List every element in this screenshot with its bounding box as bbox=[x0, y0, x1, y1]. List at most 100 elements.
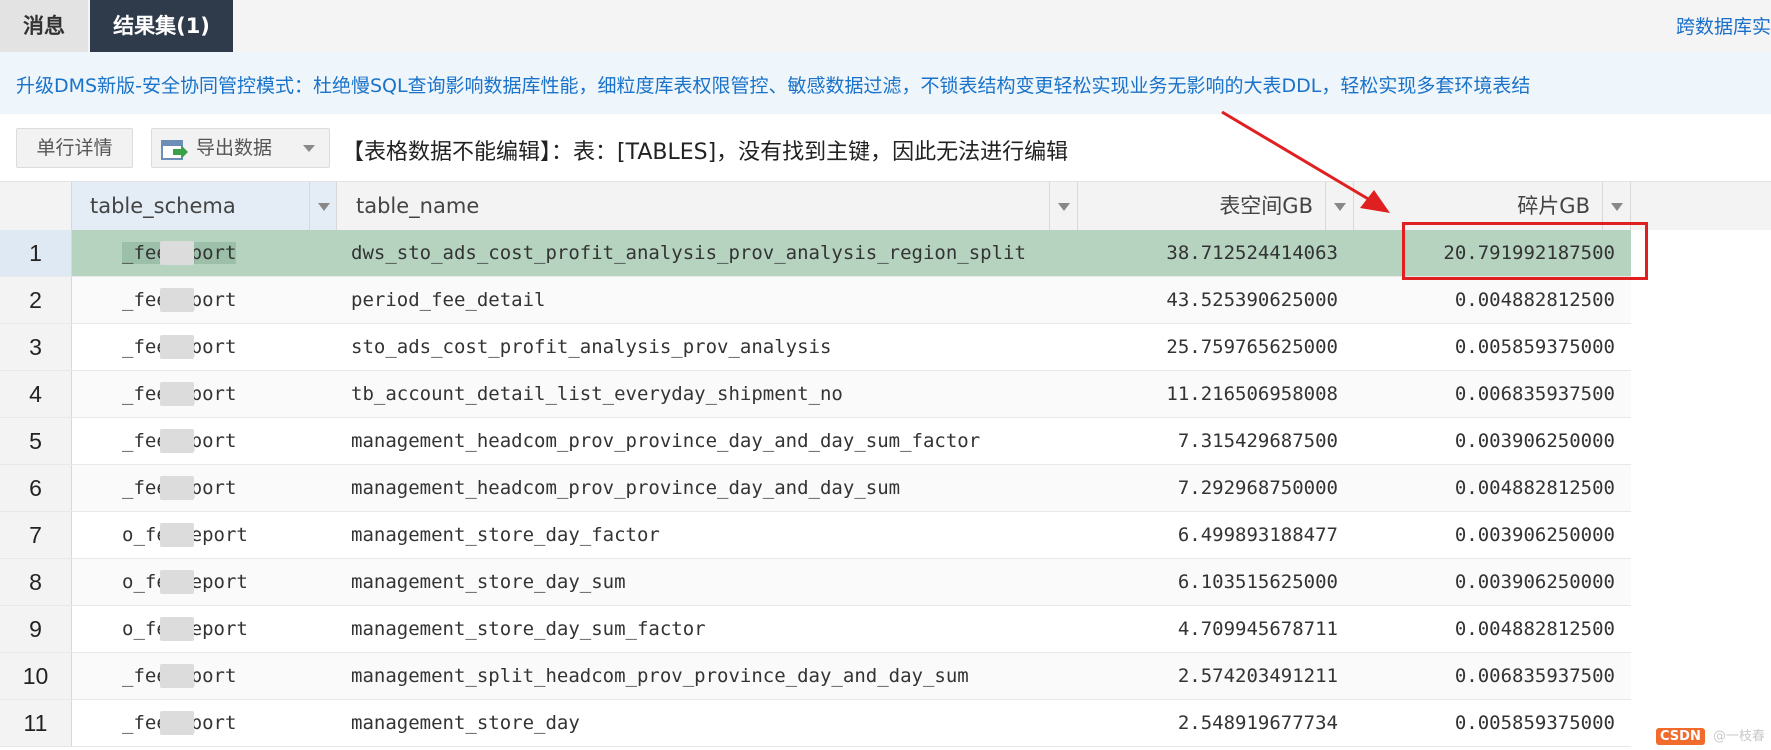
row-number[interactable]: 5 bbox=[0, 418, 72, 464]
cell-frag-gb[interactable]: 0.003906250000 bbox=[1354, 418, 1631, 464]
table-row[interactable]: 4_feereporttb_account_detail_list_everyd… bbox=[0, 371, 1631, 418]
cell-frag-gb[interactable]: 0.006835937500 bbox=[1354, 653, 1631, 699]
table-row[interactable]: 6_feereportmanagement_headcom_prov_provi… bbox=[0, 465, 1631, 512]
cell-space-gb[interactable]: 2.574203491211 bbox=[1078, 653, 1354, 699]
cell-table-schema[interactable]: _feereport bbox=[72, 277, 337, 323]
table-row[interactable]: 2_feereportperiod_fee_detail43.525390625… bbox=[0, 277, 1631, 324]
table-row[interactable]: 11_feereportmanagement_store_day2.548919… bbox=[0, 700, 1631, 747]
table-row[interactable]: 9o_feereportmanagement_store_day_sum_fac… bbox=[0, 606, 1631, 653]
cell-table-name[interactable]: management_store_day_sum_factor bbox=[337, 606, 1078, 652]
header-table-name[interactable]: table_name bbox=[337, 182, 1078, 230]
table-row[interactable]: 3_feereportsto_ads_cost_profit_analysis_… bbox=[0, 324, 1631, 371]
export-icon bbox=[161, 137, 189, 175]
row-number[interactable]: 8 bbox=[0, 559, 72, 605]
export-data-button[interactable]: 导出数据 bbox=[151, 128, 330, 168]
header-table-schema[interactable]: table_schema bbox=[72, 182, 337, 230]
table-row[interactable]: 7o_feereportmanagement_store_day_factor6… bbox=[0, 512, 1631, 559]
row-detail-button[interactable]: 单行详情 bbox=[16, 128, 133, 168]
row-number[interactable]: 1 bbox=[0, 230, 72, 276]
cell-space-gb[interactable]: 7.292968750000 bbox=[1078, 465, 1354, 511]
header-frag-gb[interactable]: 碎片GB bbox=[1354, 182, 1631, 230]
cell-table-schema[interactable]: o_feereport bbox=[72, 512, 337, 558]
promo-banner-text[interactable]: 升级DMS新版-安全协同管控模式：杜绝慢SQL查询影响数据库性能，细粒度库表权限… bbox=[16, 71, 1530, 98]
redacted-mask bbox=[160, 335, 194, 359]
cell-table-name[interactable]: management_headcom_prov_province_day_and… bbox=[337, 418, 1078, 464]
header-label: 碎片GB bbox=[1517, 194, 1590, 218]
cell-frag-gb[interactable]: 0.003906250000 bbox=[1354, 559, 1631, 605]
result-tabbar: 消息 结果集(1) 跨数据库实 bbox=[0, 0, 1771, 52]
row-number[interactable]: 7 bbox=[0, 512, 72, 558]
column-menu-icon[interactable] bbox=[1325, 182, 1353, 230]
row-number[interactable]: 2 bbox=[0, 277, 72, 323]
cell-space-gb[interactable]: 4.709945678711 bbox=[1078, 606, 1354, 652]
redacted-mask bbox=[160, 617, 194, 641]
cell-frag-gb[interactable]: 20.791992187500 bbox=[1354, 230, 1631, 276]
cell-table-name[interactable]: management_headcom_prov_province_day_and… bbox=[337, 465, 1078, 511]
cell-table-schema[interactable]: _feereport bbox=[72, 324, 337, 370]
tab-resultset[interactable]: 结果集(1) bbox=[90, 0, 233, 52]
chevron-down-icon[interactable] bbox=[303, 145, 315, 152]
cell-table-name[interactable]: management_split_headcom_prov_province_d… bbox=[337, 653, 1078, 699]
cell-frag-gb[interactable]: 0.004882812500 bbox=[1354, 465, 1631, 511]
cell-table-schema[interactable]: _feereport bbox=[72, 700, 337, 746]
redacted-mask bbox=[160, 711, 194, 735]
cell-table-schema[interactable]: o_feereport bbox=[72, 606, 337, 652]
column-menu-icon[interactable] bbox=[1049, 182, 1077, 230]
redacted-mask bbox=[160, 570, 194, 594]
cell-frag-gb[interactable]: 0.006835937500 bbox=[1354, 371, 1631, 417]
tab-messages[interactable]: 消息 bbox=[0, 0, 88, 52]
cell-table-schema[interactable]: _feereport bbox=[72, 465, 337, 511]
header-label: table_schema bbox=[90, 194, 236, 218]
header-rownum bbox=[0, 182, 72, 230]
row-number[interactable]: 6 bbox=[0, 465, 72, 511]
cell-space-gb[interactable]: 7.315429687500 bbox=[1078, 418, 1354, 464]
grid-header: table_schema table_name 表空间GB 碎片GB bbox=[0, 182, 1771, 231]
row-number[interactable]: 11 bbox=[0, 700, 72, 746]
grid-toolbar: 单行详情 导出数据 【表格数据不能编辑】：表：[TABLES]，没有找到主键，因… bbox=[0, 114, 1771, 182]
table-row[interactable]: 1_feereportdws_sto_ads_cost_profit_analy… bbox=[0, 230, 1631, 277]
csdn-logo: CSDN bbox=[1656, 728, 1705, 745]
row-number[interactable]: 10 bbox=[0, 653, 72, 699]
cell-table-schema[interactable]: _feereport bbox=[72, 418, 337, 464]
column-menu-icon[interactable] bbox=[1602, 182, 1630, 230]
edit-notice: 【表格数据不能编辑】：表：[TABLES]，没有找到主键，因此无法进行编辑 bbox=[342, 140, 1069, 165]
cell-frag-gb[interactable]: 0.005859375000 bbox=[1354, 700, 1631, 746]
promo-banner: 升级DMS新版-安全协同管控模式：杜绝慢SQL查询影响数据库性能，细粒度库表权限… bbox=[0, 52, 1771, 114]
cell-table-name[interactable]: sto_ads_cost_profit_analysis_prov_analys… bbox=[337, 324, 1078, 370]
cell-table-schema[interactable]: o_feereport bbox=[72, 559, 337, 605]
cell-space-gb[interactable]: 6.103515625000 bbox=[1078, 559, 1354, 605]
grid-empty-area bbox=[1631, 230, 1771, 750]
crossdb-link[interactable]: 跨数据库实 bbox=[1676, 12, 1771, 39]
row-number[interactable]: 3 bbox=[0, 324, 72, 370]
cell-space-gb[interactable]: 38.712524414063 bbox=[1078, 230, 1354, 276]
header-label: table_name bbox=[356, 194, 480, 218]
row-number[interactable]: 4 bbox=[0, 371, 72, 417]
cell-table-schema[interactable]: _feereport bbox=[72, 653, 337, 699]
cell-space-gb[interactable]: 2.548919677734 bbox=[1078, 700, 1354, 746]
cell-frag-gb[interactable]: 0.004882812500 bbox=[1354, 606, 1631, 652]
column-menu-icon[interactable] bbox=[309, 182, 337, 230]
watermark: CSDN @一枝春 bbox=[1656, 725, 1765, 745]
cell-table-name[interactable]: dws_sto_ads_cost_profit_analysis_prov_an… bbox=[337, 230, 1078, 276]
cell-table-schema[interactable]: _feereport bbox=[72, 371, 337, 417]
cell-table-name[interactable]: management_store_day_factor bbox=[337, 512, 1078, 558]
table-row[interactable]: 5_feereportmanagement_headcom_prov_provi… bbox=[0, 418, 1631, 465]
cell-space-gb[interactable]: 11.216506958008 bbox=[1078, 371, 1354, 417]
cell-table-name[interactable]: management_store_day bbox=[337, 700, 1078, 746]
table-row[interactable]: 8o_feereportmanagement_store_day_sum6.10… bbox=[0, 559, 1631, 606]
header-space-gb[interactable]: 表空间GB bbox=[1078, 182, 1354, 230]
cell-space-gb[interactable]: 6.499893188477 bbox=[1078, 512, 1354, 558]
cell-frag-gb[interactable]: 0.004882812500 bbox=[1354, 277, 1631, 323]
cell-table-name[interactable]: period_fee_detail bbox=[337, 277, 1078, 323]
cell-frag-gb[interactable]: 0.003906250000 bbox=[1354, 512, 1631, 558]
table-row[interactable]: 10_feereportmanagement_split_headcom_pro… bbox=[0, 653, 1631, 700]
cell-space-gb[interactable]: 25.759765625000 bbox=[1078, 324, 1354, 370]
redacted-mask bbox=[160, 476, 194, 500]
row-number[interactable]: 9 bbox=[0, 606, 72, 652]
cell-table-name[interactable]: management_store_day_sum bbox=[337, 559, 1078, 605]
redacted-mask bbox=[160, 664, 194, 688]
cell-space-gb[interactable]: 43.525390625000 bbox=[1078, 277, 1354, 323]
cell-table-name[interactable]: tb_account_detail_list_everyday_shipment… bbox=[337, 371, 1078, 417]
cell-frag-gb[interactable]: 0.005859375000 bbox=[1354, 324, 1631, 370]
cell-table-schema[interactable]: _feereport bbox=[72, 230, 337, 276]
